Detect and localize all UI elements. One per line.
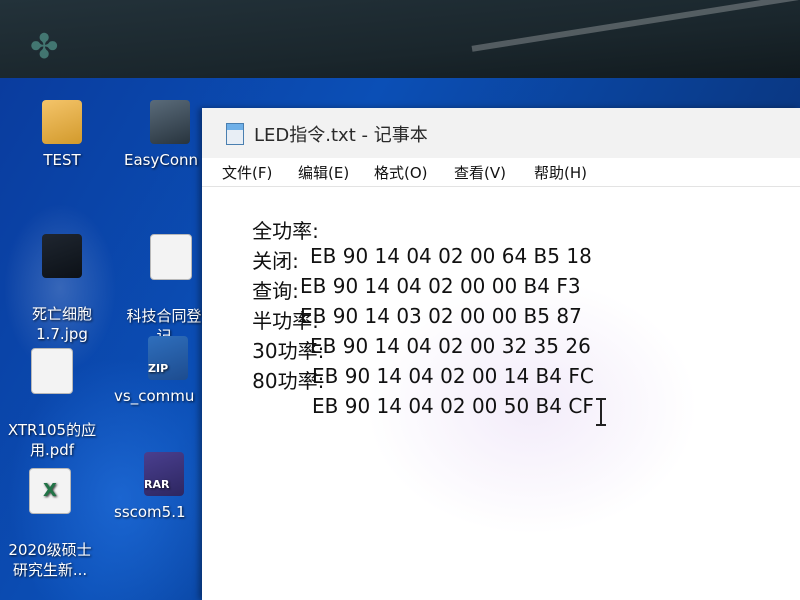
command-hex: EB 90 14 03 02 00 00 B5 87: [300, 304, 582, 328]
command-hex: EB 90 14 04 02 00 32 35 26: [310, 334, 591, 358]
screen-glare: [471, 0, 799, 52]
command-hex: EB 90 14 04 02 00 64 B5 18: [310, 244, 592, 268]
excel-file-icon: X: [29, 468, 71, 514]
desktop-icon-label: TEST: [43, 151, 81, 169]
desktop-icon-rar[interactable]: RAR sscom5.1: [114, 452, 210, 522]
menu-view[interactable]: 查看(V): [454, 162, 506, 183]
menu-file[interactable]: 文件(F): [222, 162, 272, 183]
desktop-icon-label: vs_commu: [114, 387, 195, 405]
zip-archive-icon: ZIP: [148, 336, 188, 380]
document-icon: [150, 234, 192, 280]
desktop-icon-xls[interactable]: X 2020级硕士 研究生新...: [2, 448, 98, 580]
menu-bar: 文件(F) 编辑(E) 格式(O) 查看(V) 帮助(H): [202, 158, 800, 187]
desktop-icon-easyconnect[interactable]: EasyConn: [118, 100, 214, 170]
clover-logo-icon: ✤: [30, 27, 59, 67]
menu-format[interactable]: 格式(O): [374, 162, 428, 183]
easyconnect-icon: [150, 100, 190, 144]
desktop-icon-pdf[interactable]: XTR105的应 用.pdf: [4, 328, 100, 460]
window-title: LED指令.txt - 记事本: [254, 125, 428, 146]
desktop-icon-zip[interactable]: ZIP vs_commu: [114, 336, 210, 406]
command-hex: EB 90 14 04 02 00 14 B4 FC: [312, 364, 594, 388]
desktop-icon-jpg[interactable]: 死亡细胞 1.7.jpg: [14, 214, 110, 344]
pdf-file-icon: [31, 348, 73, 394]
command-label: 80功率:: [252, 369, 325, 393]
desktop-icon-label: sscom5.1: [114, 503, 186, 521]
text-editor[interactable]: 全功率: EB 90 14 04 02 00 64 B5 18 关闭: EB 9…: [202, 187, 800, 600]
desktop-icon-test[interactable]: TEST: [14, 100, 110, 170]
window-titlebar[interactable]: LED指令.txt - 记事本: [202, 108, 800, 158]
notepad-window: LED指令.txt - 记事本 文件(F) 编辑(E) 格式(O) 查看(V) …: [202, 108, 800, 600]
desktop-icon-label: 2020级硕士 研究生新...: [8, 541, 92, 579]
command-hex: EB 90 14 04 02 00 50 B4 CF: [312, 394, 594, 418]
ibeam-cursor-icon: [594, 398, 608, 426]
desktop-icon-doc[interactable]: 科技合同登 记: [116, 214, 212, 346]
menu-help[interactable]: 帮助(H): [534, 162, 587, 183]
menu-edit[interactable]: 编辑(E): [298, 162, 349, 183]
image-file-icon: [42, 234, 82, 278]
folder-icon: [42, 100, 82, 144]
rar-archive-icon: RAR: [144, 452, 184, 496]
desktop-icon-label: EasyConn: [124, 151, 199, 169]
command-hex: EB 90 14 04 02 00 00 B4 F3: [300, 274, 581, 298]
notepad-icon: [226, 123, 244, 145]
text-line: 80功率: EB 90 14 04 02 00 50 B4 CF: [214, 341, 594, 442]
